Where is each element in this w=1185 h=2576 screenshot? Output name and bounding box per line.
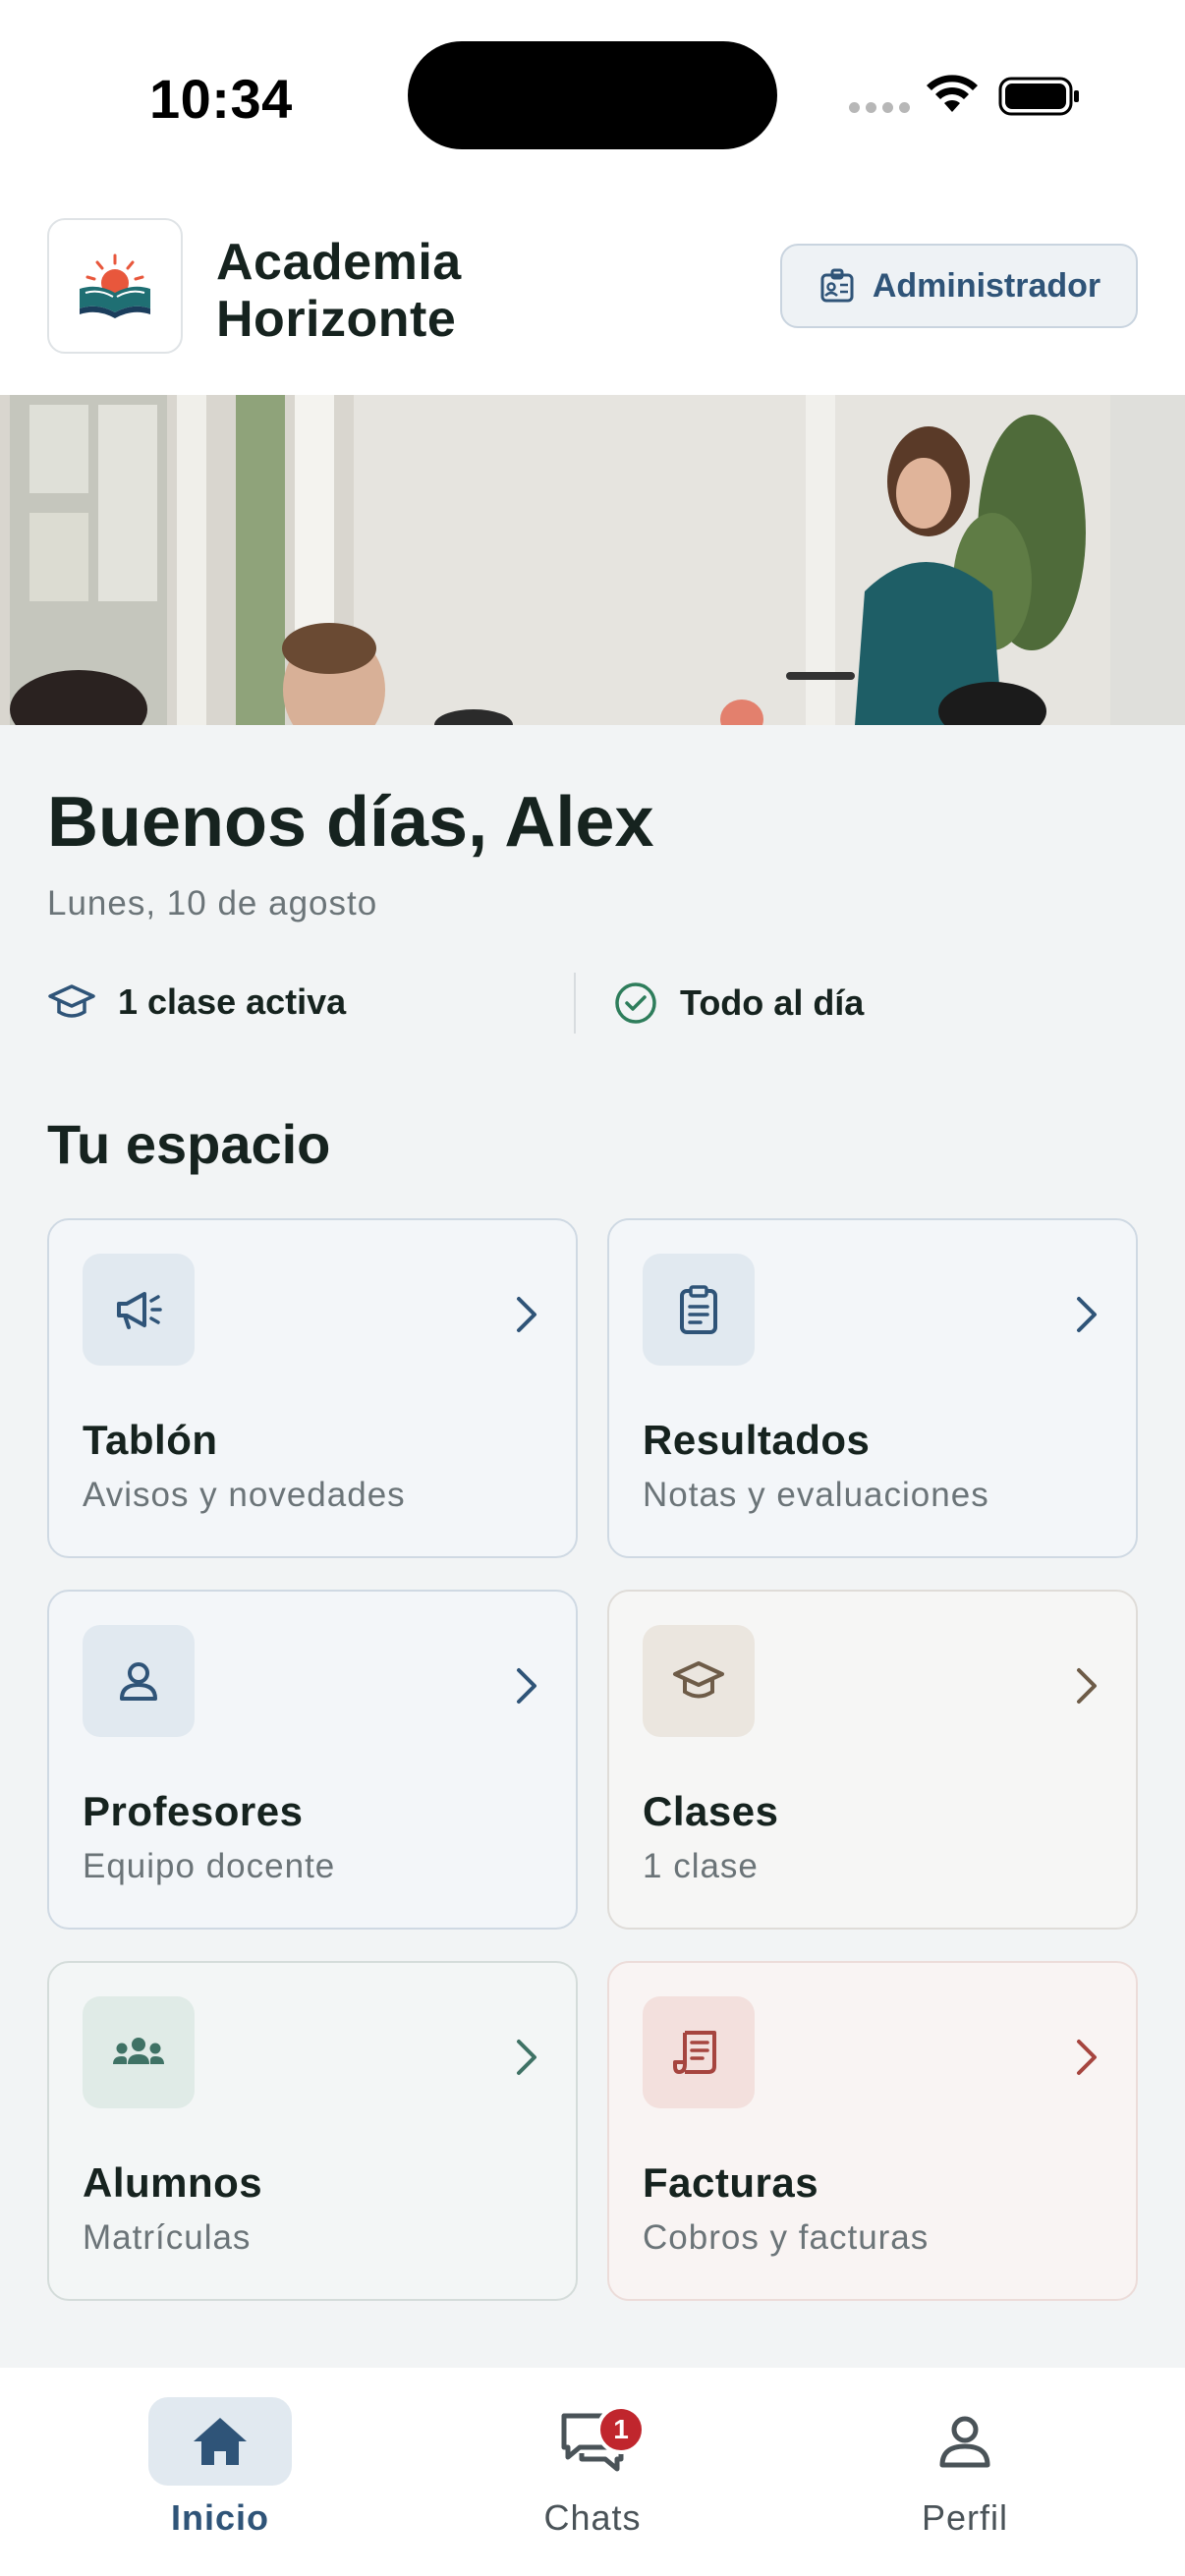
active-classes-stat: 1 clase activa <box>47 980 346 1024</box>
card-subtitle: Equipo docente <box>83 1847 336 1885</box>
id-badge-icon <box>820 268 854 303</box>
group-icon <box>113 2038 164 2064</box>
status-time: 10:34 <box>149 68 293 130</box>
card-tablon[interactable]: Tablón Avisos y novedades <box>47 1218 578 1558</box>
card-subtitle: Avisos y novedades <box>83 1476 406 1514</box>
greeting-title: Buenos días, Alex <box>47 783 654 862</box>
book-sunrise-icon <box>80 253 150 318</box>
graduation-cap-icon <box>48 984 95 1018</box>
card-title: Clases <box>643 1788 779 1834</box>
card-profesores[interactable]: Profesores Equipo docente <box>47 1590 578 1930</box>
school-name-line1: Academia <box>216 234 462 291</box>
school-name: Academia Horizonte <box>216 234 462 348</box>
graduation-cap-icon <box>673 1661 724 1699</box>
card-subtitle: 1 clase <box>643 1847 759 1885</box>
chevron-right-icon <box>517 2040 536 2075</box>
user-icon <box>939 2416 990 2468</box>
role-label: Administrador <box>872 266 1101 305</box>
signal-dots-icon <box>849 102 910 113</box>
card-resultados[interactable]: Resultados Notas y evaluaciones <box>607 1218 1138 1558</box>
wifi-icon <box>927 75 978 112</box>
tab-perfil-highlight <box>893 2397 1037 2486</box>
megaphone-icon <box>117 1292 162 1329</box>
card-facturas[interactable]: Facturas Cobros y facturas <box>607 1961 1138 2301</box>
app-header: Academia Horizonte Administrador <box>0 196 1185 395</box>
section-title: Tu espacio <box>47 1113 331 1175</box>
battery-icon <box>998 77 1079 116</box>
status-label: Todo al día <box>680 982 865 1023</box>
tab-chats-highlight <box>521 2397 664 2486</box>
status-stat: Todo al día <box>613 980 864 1026</box>
role-switch-button[interactable]: Administrador <box>780 244 1138 328</box>
card-alumnos[interactable]: Alumnos Matrículas <box>47 1961 578 2301</box>
clipboard-icon <box>680 1285 717 1334</box>
tab-chats[interactable]: 1 Chats <box>494 2397 691 2539</box>
bottom-tab-bar: Inicio 1 Chats Perfil <box>0 2368 1185 2576</box>
chats-unread-badge: 1 <box>596 2405 646 2454</box>
card-subtitle: Matrículas <box>83 2218 252 2257</box>
card-title: Resultados <box>643 1417 871 1463</box>
school-logo <box>47 218 183 354</box>
hero-classroom-image <box>0 395 1185 725</box>
card-title: Alumnos <box>83 2159 263 2206</box>
card-title: Facturas <box>643 2159 819 2206</box>
card-title: Tablón <box>83 1417 218 1463</box>
tab-label: Chats <box>543 2497 642 2538</box>
chevron-right-icon <box>517 1297 536 1332</box>
tab-perfil[interactable]: Perfil <box>867 2397 1063 2539</box>
chevron-right-icon <box>517 1668 536 1704</box>
current-date: Lunes, 10 de agosto <box>47 884 378 923</box>
active-classes-label: 1 clase activa <box>118 981 347 1022</box>
card-title: Profesores <box>83 1788 304 1834</box>
tab-label: Perfil <box>921 2497 1009 2538</box>
card-subtitle: Cobros y facturas <box>643 2218 930 2257</box>
status-bar: 10:34 <box>0 0 1185 196</box>
tab-inicio-highlight <box>148 2397 292 2486</box>
tab-label: Inicio <box>170 2497 269 2538</box>
stat-divider <box>574 973 576 1034</box>
chevron-right-icon <box>1077 1668 1097 1704</box>
dynamic-island <box>408 41 777 149</box>
chevron-right-icon <box>1077 2040 1097 2075</box>
tab-inicio[interactable]: Inicio <box>122 2397 318 2539</box>
chevron-right-icon <box>1077 1297 1097 1332</box>
person-icon <box>120 1662 157 1701</box>
school-name-line2: Horizonte <box>216 291 457 348</box>
card-subtitle: Notas y evaluaciones <box>643 1476 989 1514</box>
home-icon <box>194 2418 247 2465</box>
check-circle-icon <box>615 982 656 1024</box>
card-clases[interactable]: Clases 1 clase <box>607 1590 1138 1930</box>
receipt-icon <box>673 2031 716 2074</box>
